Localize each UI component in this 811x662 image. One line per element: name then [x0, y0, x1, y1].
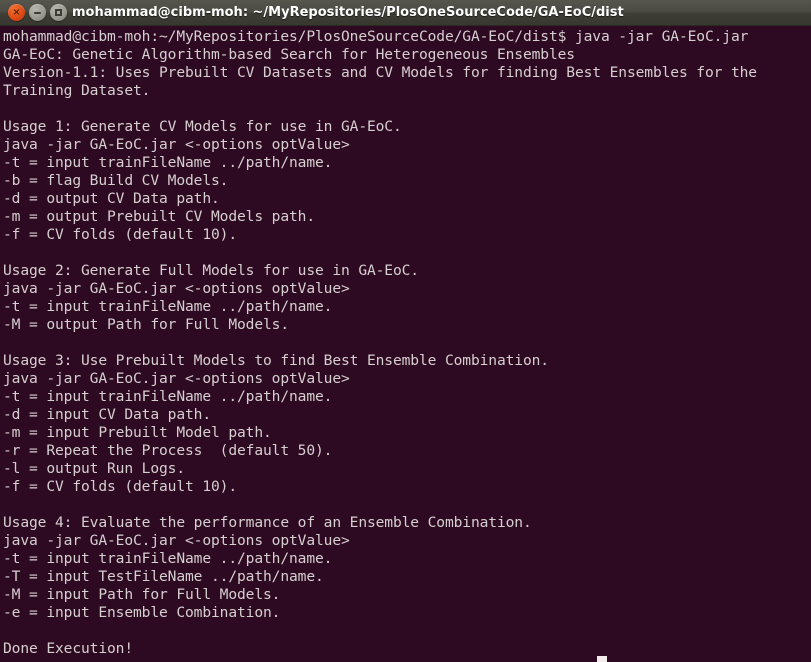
terminal-text: mohammad@cibm-moh:~/MyRepositories/PlosO… — [3, 28, 811, 658]
terminal-output-area[interactable]: mohammad@cibm-moh:~/MyRepositories/PlosO… — [0, 26, 811, 662]
terminal-line: -d = input CV Data path. — [3, 406, 211, 423]
terminal-line: -t = input trainFileName ../path/name. — [3, 388, 333, 405]
terminal-line: -f = CV folds (default 10). — [3, 226, 237, 243]
close-window-button[interactable]: × — [8, 4, 25, 21]
terminal-line: -T = input TestFileName ../path/name. — [3, 568, 324, 585]
terminal-line: Training Dataset. — [3, 82, 151, 99]
terminal-line: -t = input trainFileName ../path/name. — [3, 298, 333, 315]
terminal-line: -m = output Prebuilt CV Models path. — [3, 208, 315, 225]
terminal-line: Usage 2: Generate Full Models for use in… — [3, 262, 419, 279]
terminal-line: java -jar GA-EoC.jar <-options optValue> — [3, 280, 350, 297]
terminal-line: -l = output Run Logs. — [3, 460, 185, 477]
window-titlebar[interactable]: × mohammad@cibm-moh: ~/MyRepositories/Pl… — [0, 0, 811, 26]
terminal-line: Version-1.1: Uses Prebuilt CV Datasets a… — [3, 64, 757, 81]
terminal-line: -b = flag Build CV Models. — [3, 172, 229, 189]
terminal-line: mohammad@cibm-moh:~/MyRepositories/PlosO… — [3, 28, 749, 45]
terminal-line: Usage 1: Generate CV Models for use in G… — [3, 118, 402, 135]
window-title: mohammad@cibm-moh: ~/MyRepositories/Plos… — [72, 5, 624, 20]
terminal-line: GA-EoC: Genetic Algorithm-based Search f… — [3, 46, 575, 63]
terminal-line: -m = input Prebuilt Model path. — [3, 424, 272, 441]
terminal-line: -t = input trainFileName ../path/name. — [3, 154, 333, 171]
terminal-line: java -jar GA-EoC.jar <-options optValue> — [3, 370, 350, 387]
terminal-line: java -jar GA-EoC.jar <-options optValue> — [3, 532, 350, 549]
maximize-icon — [50, 4, 67, 21]
close-icon: × — [12, 6, 21, 18]
maximize-window-button[interactable] — [50, 4, 67, 21]
terminal-line: -M = output Path for Full Models. — [3, 316, 289, 333]
terminal-line: -f = CV folds (default 10). — [3, 478, 237, 495]
terminal-line: Usage 3: Use Prebuilt Models to find Bes… — [3, 352, 549, 369]
terminal-line: java -jar GA-EoC.jar <-options optValue> — [3, 136, 350, 153]
minimize-window-button[interactable] — [29, 4, 46, 21]
terminal-line: Usage 4: Evaluate the performance of an … — [3, 514, 532, 531]
terminal-cursor — [597, 656, 607, 662]
terminal-line: -d = output CV Data path. — [3, 190, 220, 207]
terminal-window: × mohammad@cibm-moh: ~/MyRepositories/Pl… — [0, 0, 811, 662]
terminal-line: Done Execution! — [3, 640, 133, 657]
terminal-line: -e = input Ensemble Combination. — [3, 604, 281, 621]
terminal-line: -M = input Path for Full Models. — [3, 586, 281, 603]
minimize-icon — [29, 4, 46, 21]
terminal-line: -r = Repeat the Process (default 50). — [3, 442, 333, 459]
terminal-line: -t = input trainFileName ../path/name. — [3, 550, 333, 567]
window-controls: × — [0, 4, 67, 21]
